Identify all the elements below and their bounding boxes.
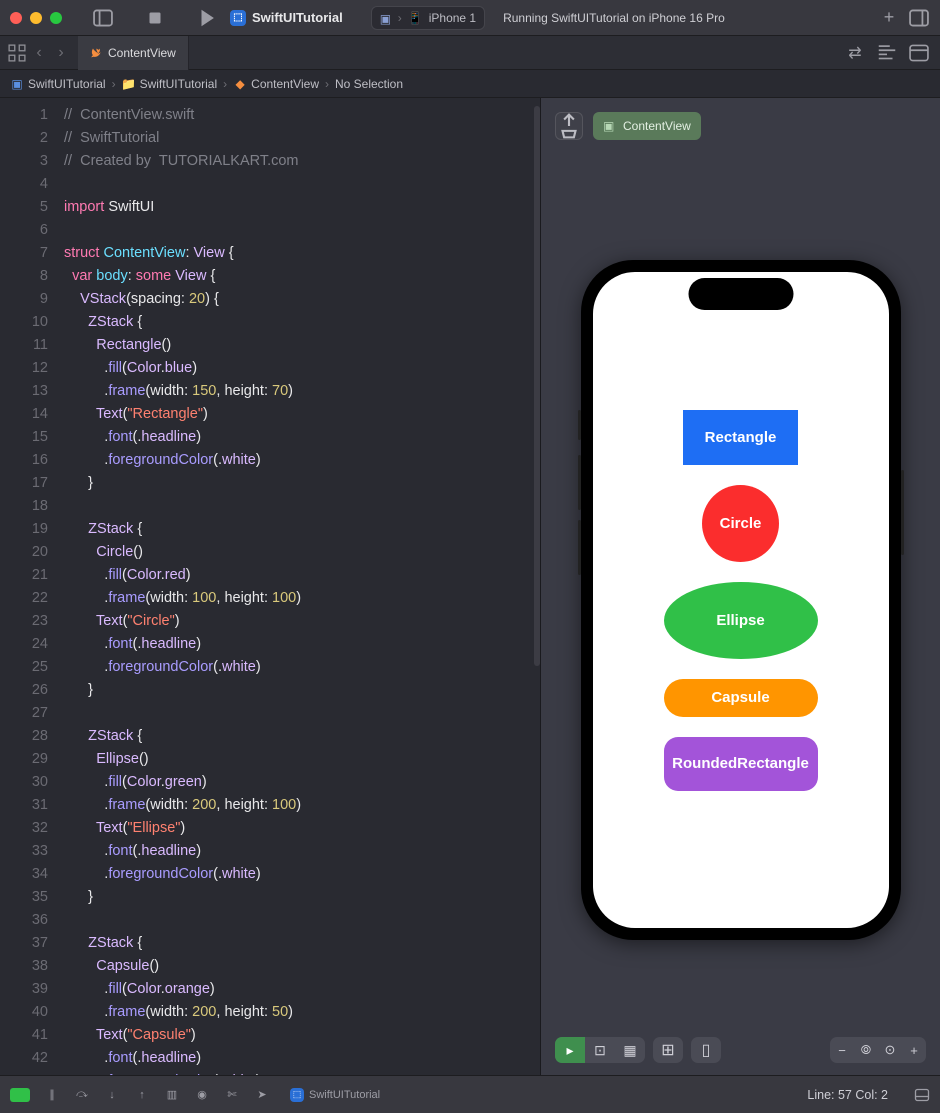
- adjust-editor-icon[interactable]: [908, 42, 930, 64]
- chevron-right-icon: ›: [325, 77, 329, 91]
- project-icon: ⬚: [230, 10, 246, 26]
- line-gutter: 1 2 3 4 5 6 7 8 9 10 11 12 13 14 15 16 1…: [0, 98, 60, 1075]
- add-button[interactable]: +: [878, 7, 900, 29]
- run-button[interactable]: [196, 7, 218, 29]
- swap-icon[interactable]: ⇄: [844, 42, 866, 64]
- activity-status: Running SwiftUITutorial on iPhone 16 Pro: [503, 11, 725, 25]
- project-name-label: SwiftUITutorial: [252, 10, 343, 25]
- nav-forward-icon[interactable]: ›: [52, 44, 70, 62]
- preview-chip-label: ContentView: [623, 119, 691, 133]
- preview-target-chip[interactable]: ▣ ContentView: [593, 112, 701, 140]
- project-icon: ▣: [10, 77, 24, 91]
- related-items-icon[interactable]: [8, 44, 26, 62]
- app-icon: ▣: [380, 12, 392, 24]
- run-destination-selector[interactable]: ▣ › 📱 iPhone 1: [371, 6, 485, 30]
- chevron-right-icon: ›: [223, 77, 227, 91]
- breadcrumb-file[interactable]: ContentView: [251, 77, 319, 91]
- cursor-position[interactable]: Line: 57 Col: 2: [807, 1088, 888, 1102]
- app-icon: ⬚: [290, 1088, 304, 1102]
- stop-button[interactable]: [144, 7, 166, 29]
- window-controls: [10, 12, 62, 24]
- chevron-right-icon: ›: [398, 11, 402, 25]
- device-frame: Rectangle Circle Ellipse Capsule Rounded…: [581, 260, 901, 940]
- env-overrides-icon[interactable]: ✄: [224, 1087, 240, 1103]
- status-indicator[interactable]: [10, 1088, 30, 1102]
- zoom-controls: − ⦾ ⊙ +: [830, 1037, 926, 1063]
- zoom-actual-button[interactable]: ⦾: [854, 1037, 878, 1063]
- live-preview-button[interactable]: ▸: [555, 1037, 585, 1063]
- preview-rectangle: Rectangle: [683, 410, 798, 465]
- dynamic-island: [688, 278, 793, 310]
- swiftui-preview-icon: ▣: [603, 119, 617, 133]
- preview-device-icon[interactable]: ▯: [691, 1037, 721, 1063]
- breadcrumb-selection[interactable]: No Selection: [335, 77, 403, 91]
- zoom-fit-button[interactable]: ⊙: [878, 1037, 902, 1063]
- debug-process[interactable]: ⬚ SwiftUITutorial: [290, 1088, 380, 1102]
- breadcrumb-project[interactable]: SwiftUITutorial: [28, 77, 106, 91]
- preview-capsule: Capsule: [664, 679, 818, 717]
- simulate-location-icon[interactable]: ➤: [254, 1087, 270, 1103]
- step-into-icon[interactable]: ↓: [104, 1087, 120, 1103]
- chevron-right-icon: ›: [112, 77, 116, 91]
- folder-icon: 📁: [122, 77, 136, 91]
- zoom-in-button[interactable]: +: [902, 1037, 926, 1063]
- zoom-window-button[interactable]: [50, 12, 62, 24]
- tab-contentview[interactable]: ContentView: [78, 36, 189, 70]
- tab-bar: ‹ › ContentView ⇄: [0, 36, 940, 70]
- memory-graph-icon[interactable]: ◉: [194, 1087, 210, 1103]
- step-over-icon[interactable]: ⤼: [74, 1087, 90, 1103]
- swift-file-icon: [90, 47, 102, 59]
- toggle-debug-area-icon[interactable]: [914, 1087, 930, 1103]
- variants-button[interactable]: ▦: [615, 1037, 645, 1063]
- pin-preview-button[interactable]: [555, 112, 583, 140]
- device-settings-button[interactable]: ⊞: [653, 1037, 683, 1063]
- minimize-window-button[interactable]: [30, 12, 42, 24]
- pause-icon[interactable]: ∥: [44, 1087, 60, 1103]
- device-icon: 📱: [408, 11, 423, 25]
- preview-roundedrect: RoundedRectangle: [664, 737, 818, 791]
- device-screen[interactable]: Rectangle Circle Ellipse Capsule Rounded…: [593, 272, 889, 928]
- breadcrumb-group[interactable]: SwiftUITutorial: [140, 77, 218, 91]
- preview-ellipse: Ellipse: [664, 582, 818, 659]
- nav-back-icon[interactable]: ‹: [30, 44, 48, 62]
- minimap-icon[interactable]: [876, 42, 898, 64]
- titlebar: ⬚ SwiftUITutorial ▣ › 📱 iPhone 1 Running…: [0, 0, 940, 36]
- tab-label: ContentView: [108, 46, 176, 60]
- source-editor[interactable]: 1 2 3 4 5 6 7 8 9 10 11 12 13 14 15 16 1…: [0, 98, 540, 1075]
- scrollbar[interactable]: [534, 106, 540, 666]
- step-out-icon[interactable]: ↑: [134, 1087, 150, 1103]
- code-content[interactable]: // ContentView.swift // SwiftTutorial //…: [60, 98, 540, 1075]
- library-panel-icon[interactable]: [908, 7, 930, 29]
- zoom-out-button[interactable]: −: [830, 1037, 854, 1063]
- jump-bar[interactable]: ▣ SwiftUITutorial › 📁 SwiftUITutorial › …: [0, 70, 940, 98]
- selectable-preview-button[interactable]: ⊡: [585, 1037, 615, 1063]
- sidebar-toggle-icon[interactable]: [92, 7, 114, 29]
- close-window-button[interactable]: [10, 12, 22, 24]
- swift-file-icon: ◆: [233, 77, 247, 91]
- project-title[interactable]: ⬚ SwiftUITutorial: [230, 10, 343, 26]
- preview-canvas: ▣ ContentView Rectangle Circle Ellipse C…: [541, 98, 940, 1075]
- debug-bar: ∥ ⤼ ↓ ↑ ▥ ◉ ✄ ➤ ⬚ SwiftUITutorial Line: …: [0, 1075, 940, 1113]
- preview-circle: Circle: [702, 485, 779, 562]
- debug-view-icon[interactable]: ▥: [164, 1087, 180, 1103]
- device-label: iPhone 1: [429, 11, 476, 25]
- preview-controls: ▸ ⊡ ▦ ⊞ ▯ − ⦾ ⊙ +: [541, 1037, 940, 1063]
